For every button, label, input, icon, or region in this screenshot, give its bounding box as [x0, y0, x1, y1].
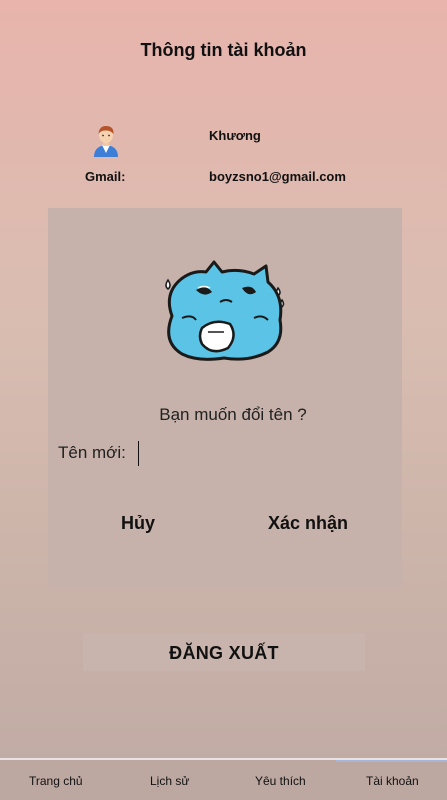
- new-name-input[interactable]: [136, 440, 388, 466]
- user-avatar-icon: [94, 126, 118, 157]
- bottom-navigation: Trang chủ Lịch sử Yêu thích Tài khoản: [0, 758, 447, 800]
- logout-button[interactable]: ĐĂNG XUẤT: [83, 633, 365, 671]
- rename-dialog: Bạn muốn đổi tên ? Tên mới: Hủy Xác nhận: [48, 208, 402, 588]
- text-caret: [138, 441, 139, 466]
- nav-item-favorites[interactable]: Yêu thích: [255, 774, 306, 788]
- cat-mascot-icon: [165, 260, 285, 361]
- nav-item-home[interactable]: Trang chủ: [29, 774, 83, 788]
- rename-question: Bạn muốn đổi tên ?: [159, 405, 307, 424]
- gmail-value: boyzsno1@gmail.com: [209, 169, 346, 184]
- nav-item-history[interactable]: Lịch sử: [150, 774, 189, 788]
- confirm-button[interactable]: Xác nhận: [258, 513, 358, 534]
- account-name-value: Khương: [209, 128, 261, 143]
- page-title: Thông tin tài khoản: [140, 40, 307, 60]
- new-name-label: Tên mới:: [58, 443, 126, 462]
- cancel-button[interactable]: Hủy: [108, 513, 168, 534]
- nav-item-account[interactable]: Tài khoản: [366, 774, 419, 788]
- gmail-label: Gmail:: [85, 169, 126, 184]
- active-tab-indicator: [336, 760, 447, 762]
